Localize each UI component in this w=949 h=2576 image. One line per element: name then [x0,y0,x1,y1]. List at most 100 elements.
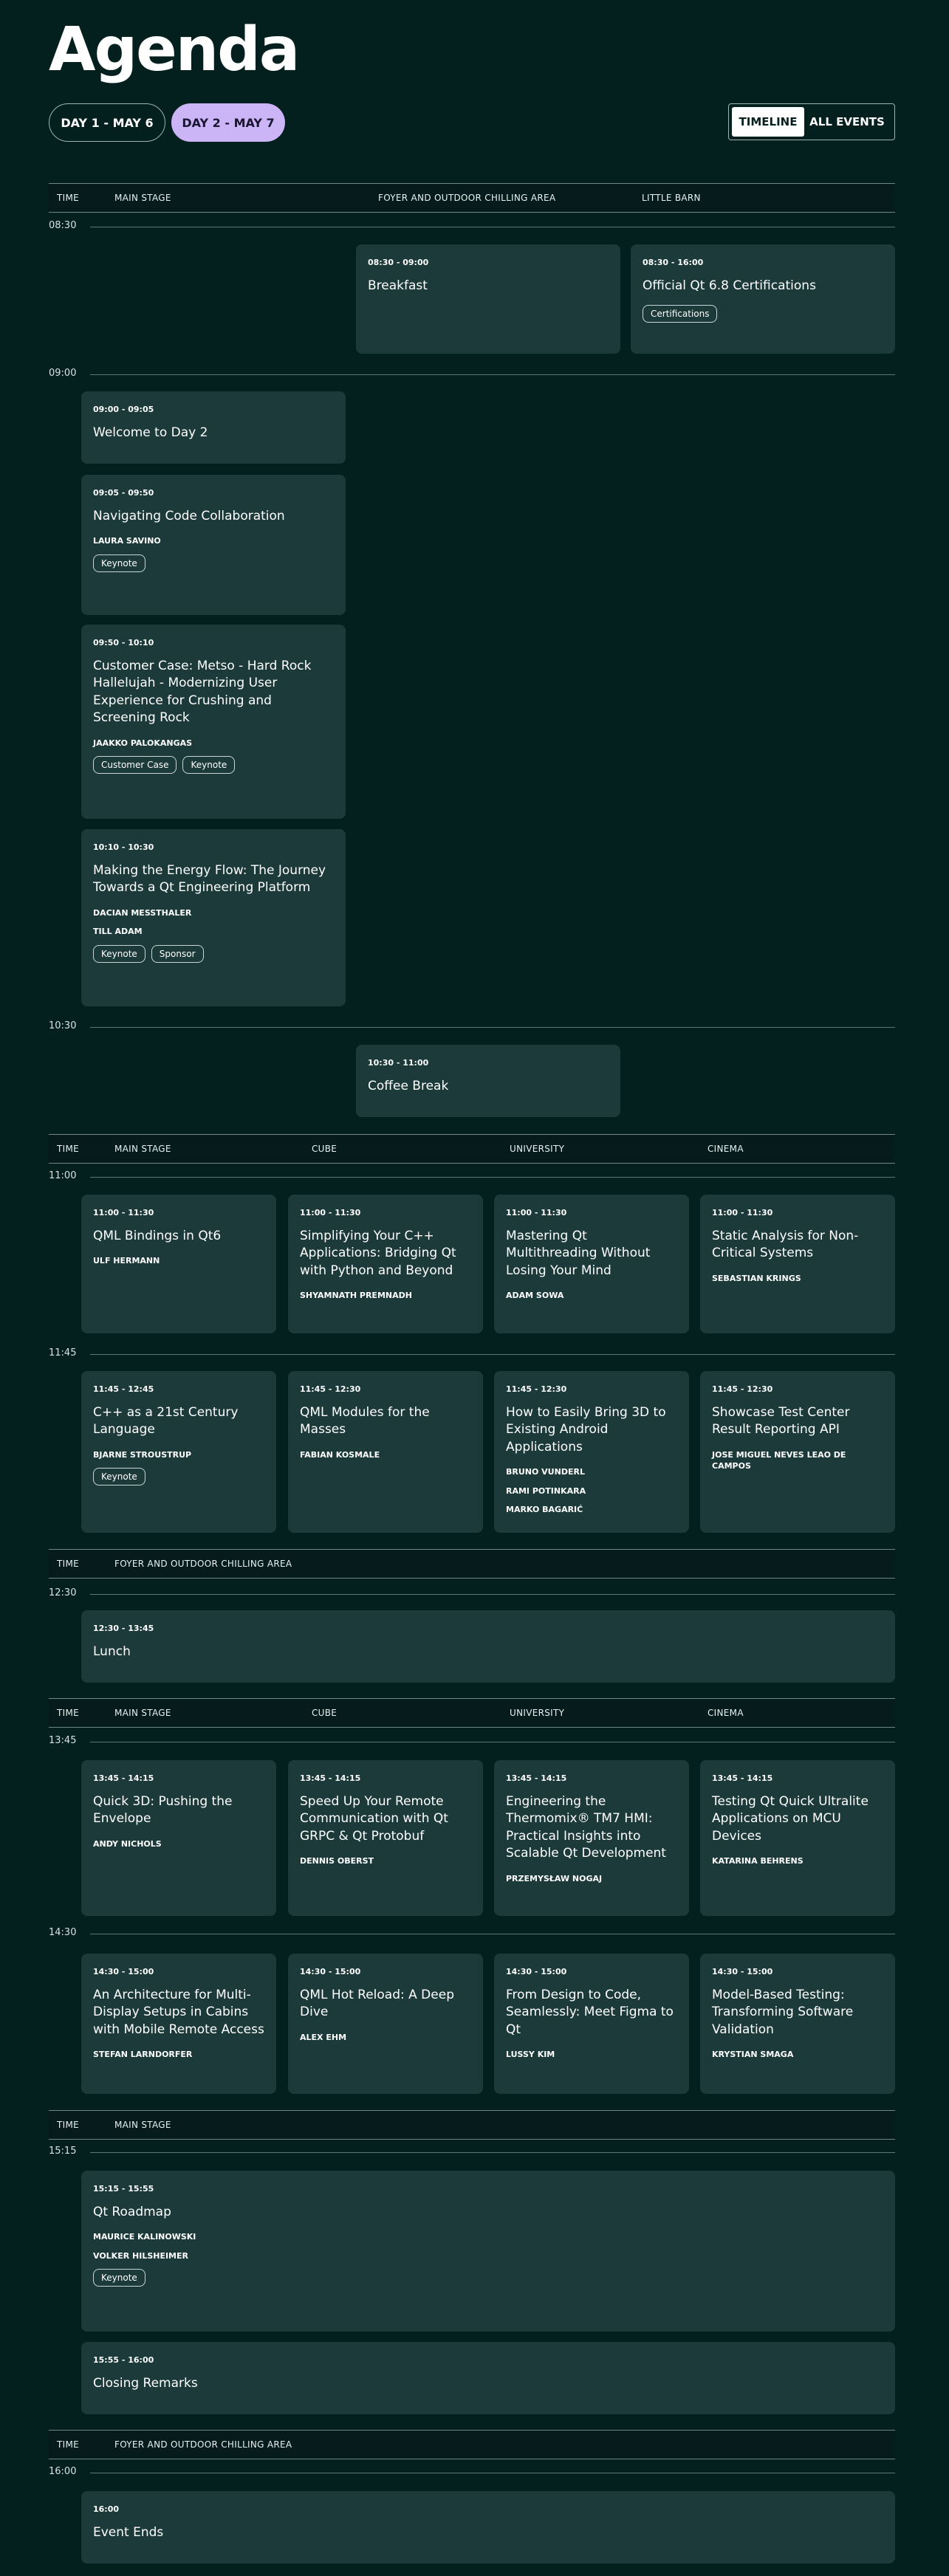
session-time: 16:00 [93,2504,120,2514]
session-card[interactable]: 11:00 - 11:30 Static Analysis for Non-Cri… [700,1195,895,1333]
session-time: 14:30 - 15:00 [712,1967,773,1976]
session-speaker[interactable]: MAURICE KALINOWSKI [93,2231,883,2242]
session-title: QML Modules for the Masses [300,1405,430,1438]
session-tags: Keynote Sponsor [93,944,334,963]
session-card[interactable]: 16:00 Event Ends [81,2491,895,2563]
venue-column-header: CUBE [312,1708,338,1718]
session-tag[interactable]: Sponsor [151,944,204,963]
session-title: From Design to Code, Seamlessly: Meet Fi… [506,1988,674,2037]
session-tag[interactable]: Certifications [643,305,718,323]
session-card[interactable]: 14:30 - 15:00 Model-Based Testing: Transf… [700,1954,895,2094]
session-speaker[interactable]: DENNIS OBERST [300,1855,471,1866]
session-speaker[interactable]: JOSE MIGUEL NEVES LEAO DE CAMPOS [712,1449,883,1472]
session-speaker[interactable]: LUSSY KIM [506,2049,677,2060]
session-tags: Keynote [93,554,334,572]
session-speaker[interactable]: FABIAN KOSMALE [300,1449,471,1460]
session-tag[interactable]: Keynote [93,2269,145,2287]
session-card[interactable]: 14:30 - 15:00 QML Hot Reload: A Deep Dive… [288,1954,483,2094]
session-card[interactable]: 13:45 - 14:15 Speed Up Your Remote Commun… [288,1760,483,1916]
session-speaker[interactable]: KRYSTIAN SMAGA [712,2049,883,2060]
session-card[interactable]: 11:00 - 11:30 QML Bindings in Qt6 ULF HERM… [81,1195,276,1333]
session-speaker[interactable]: MARKO BAGARIĆ [506,1504,677,1515]
session-title: Qt Roadmap [93,2205,171,2219]
venue-column-header: UNIVERSITY [510,1708,565,1718]
session-speaker[interactable]: SEBASTIAN KRINGS [712,1273,883,1284]
session-speaker[interactable]: LAURA SAVINO [93,535,334,546]
time-slot-label: 12:30 [49,1587,77,1598]
session-card[interactable]: 11:45 - 12:30 How to Easily Bring 3D to E… [494,1371,689,1533]
session-card[interactable]: 08:30 - 09:00 Breakfast [356,244,620,354]
session-title: Model-Based Testing: Transforming Softwa… [712,1988,854,2037]
session-speaker[interactable]: ULF HERMANN [93,1255,264,1266]
day-2-tab[interactable]: DAY 2 - MAY 7 [171,103,285,142]
session-title: Event Ends [93,2525,164,2540]
session-title: Official Qt 6.8 Certifications [643,278,816,293]
session-speaker[interactable]: ALEX EHM [300,2032,471,2043]
session-time: 13:45 - 14:15 [506,1773,567,1783]
session-time: 09:05 - 09:50 [93,488,154,498]
session-speaker[interactable]: JAAKKO PALOKANGAS [93,738,334,749]
session-speaker[interactable]: VOLKER HILSHEIMER [93,2250,883,2261]
session-tag[interactable]: Keynote [93,554,145,572]
session-card[interactable]: 08:30 - 16:00 Official Qt 6.8 Certificati… [631,244,895,354]
session-card[interactable]: 11:45 - 12:30 QML Modules for the Masses F… [288,1371,483,1533]
time-slot-label: 11:00 [49,1170,77,1181]
day-1-tab[interactable]: DAY 1 - MAY 6 [49,103,165,142]
session-card[interactable]: 11:45 - 12:45 C++ as a 21st Century Langu… [81,1371,276,1533]
session-time: 12:30 - 13:45 [93,1624,154,1633]
session-card[interactable]: 11:00 - 11:30 Simplifying Your C++ Applic… [288,1195,483,1333]
session-card[interactable]: 14:30 - 15:00 From Design to Code, Seamle… [494,1954,689,2094]
session-time: 09:50 - 10:10 [93,638,154,648]
time-slot-label: 08:30 [49,220,77,231]
session-speaker[interactable]: RAMI POTINKARA [506,1486,677,1497]
session-title: How to Easily Bring 3D to Existing Andro… [506,1405,666,1454]
session-card[interactable]: 10:10 - 10:30 Making the Energy Flow: The… [81,829,346,1006]
time-slot-divider [90,1594,895,1595]
session-card[interactable]: 14:30 - 15:00 An Architecture for Multi-D… [81,1954,276,2094]
venue-column-header: CINEMA [708,1144,744,1154]
session-speaker[interactable]: PRZEMYSŁAW NOGAJ [506,1873,677,1884]
session-card[interactable]: 11:45 - 12:30 Showcase Test Center Result… [700,1371,895,1533]
session-speaker[interactable]: DACIAN MESSTHALER [93,907,334,918]
session-time: 10:10 - 10:30 [93,842,154,852]
session-tags: Keynote [93,1468,264,1486]
session-title: Making the Energy Flow: The Journey Towa… [93,863,326,896]
session-time: 14:30 - 15:00 [300,1967,361,1976]
session-time: 09:00 - 09:05 [93,405,154,414]
time-slot-label: 15:15 [49,2146,77,2157]
session-card[interactable]: 11:00 - 11:30 Mastering Qt Multithreading… [494,1195,689,1333]
session-speaker[interactable]: TILL ADAM [93,926,334,937]
session-speaker[interactable]: ANDY NICHOLS [93,1838,264,1849]
session-card[interactable]: 10:30 - 11:00 Coffee Break [356,1045,620,1117]
all-events-view-button[interactable]: ALL EVENTS [809,107,885,137]
session-tag[interactable]: Keynote [93,944,145,963]
session-card[interactable]: 09:50 - 10:10 Customer Case: Metso - Hard… [81,625,346,819]
session-speaker[interactable]: KATARINA BEHRENS [712,1855,883,1866]
time-slot-marker: 09:00 [49,368,895,382]
time-column-header: TIME [57,1708,80,1718]
time-slot-label: 09:00 [49,368,77,379]
session-card[interactable]: 09:00 - 09:05 Welcome to Day 2 [81,391,346,464]
session-tag[interactable]: Customer Case [93,756,177,774]
session-time: 08:30 - 16:00 [643,258,704,267]
session-card[interactable]: 15:55 - 16:00 Closing Remarks [81,2342,895,2414]
session-speaker[interactable]: ADAM SOWA [506,1290,677,1301]
venue-column-header: LITTLE BARN [642,193,701,203]
session-tag[interactable]: Keynote [182,756,236,774]
session-card[interactable]: 12:30 - 13:45 Lunch [81,1610,895,1683]
session-card[interactable]: 13:45 - 14:15 Quick 3D: Pushing the Envel… [81,1760,276,1916]
session-card[interactable]: 15:15 - 15:55 Qt Roadmap MAURICE KALINOWSK… [81,2171,895,2332]
session-tag[interactable]: Keynote [93,1468,145,1486]
session-speaker[interactable]: BRUNO VUNDERL [506,1466,677,1477]
session-card[interactable]: 13:45 - 14:15 Engineering the Thermomix® … [494,1760,689,1916]
timeline-view-button[interactable]: TIMELINE [732,107,804,137]
time-slot-marker: 12:30 [49,1587,895,1602]
session-speaker[interactable]: STEFAN LARNDORFER [93,2049,264,2060]
time-slot-marker: 14:30 [49,1927,895,1942]
session-speaker[interactable]: SHYAMNATH PREMNADH [300,1290,471,1301]
session-title: Static Analysis for Non-Critical Systems [712,1229,859,1261]
session-card[interactable]: 09:05 - 09:50 Navigating Code Collaborati… [81,475,346,615]
session-card[interactable]: 13:45 - 14:15 Testing Qt Quick Ultralite … [700,1760,895,1916]
time-slot-marker: 10:30 [49,1020,895,1035]
session-speaker[interactable]: BJARNE STROUSTRUP [93,1449,264,1460]
